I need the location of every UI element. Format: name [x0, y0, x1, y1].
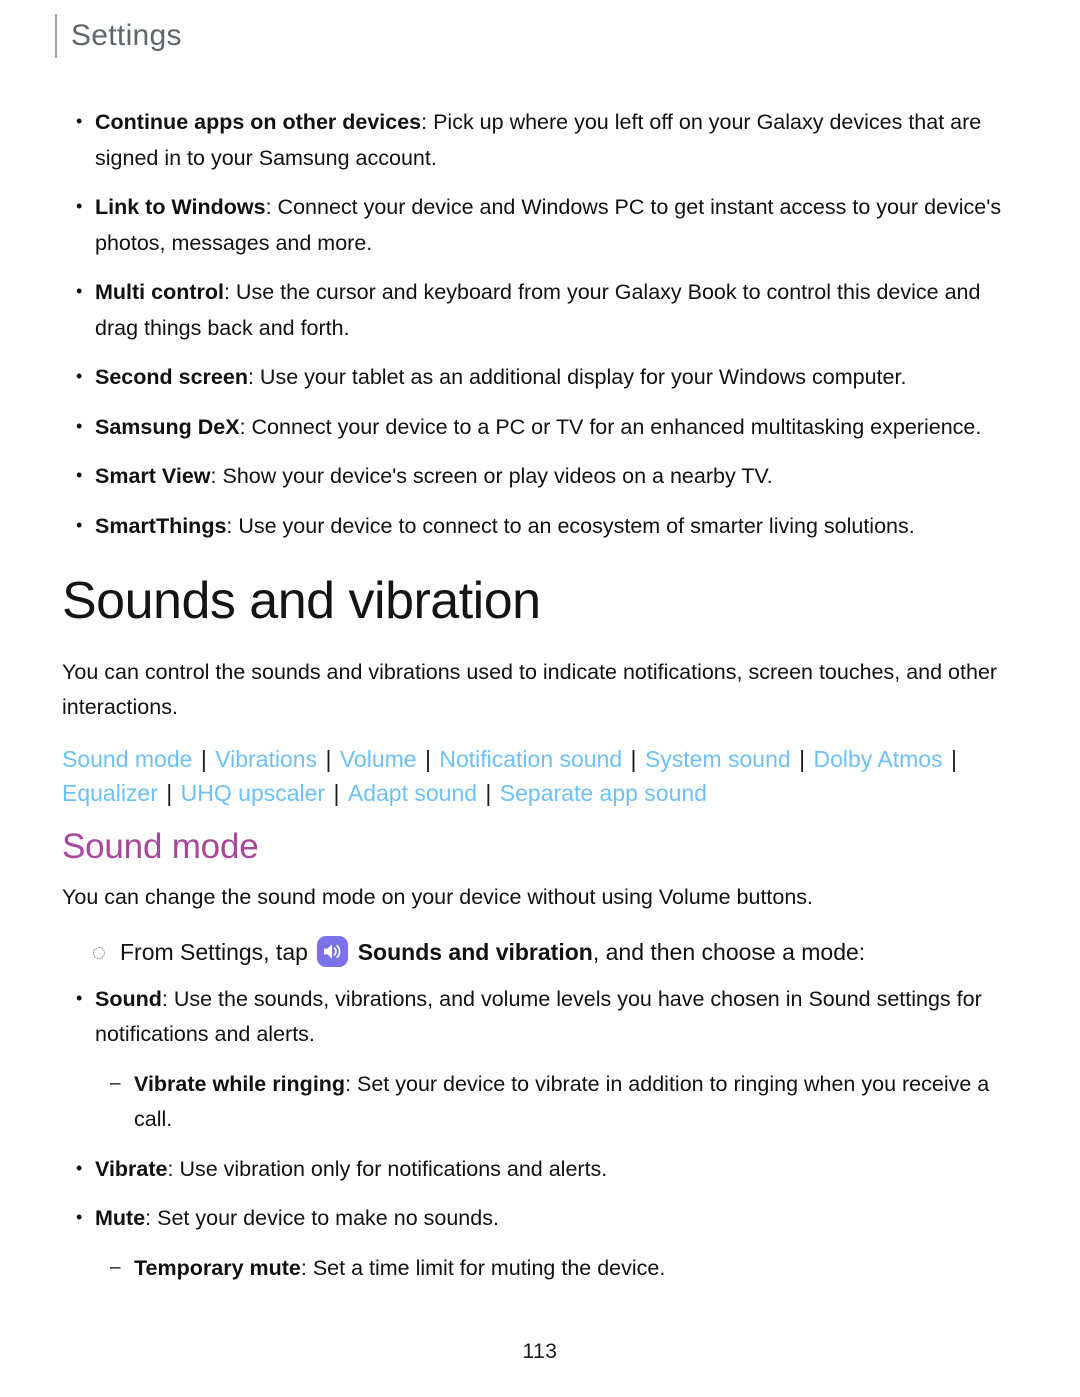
section-link-volume[interactable]: Volume — [340, 746, 417, 772]
section-link-bar: Sound mode | Vibrations | Volume | Notif… — [62, 742, 1018, 810]
section-link-dolby-atmos[interactable]: Dolby Atmos — [813, 746, 942, 772]
list-item-term: Second screen — [95, 365, 248, 389]
list-item-term: Continue apps on other devices — [95, 110, 422, 134]
step-suffix-text: , and then choose a mode: — [592, 938, 866, 965]
link-separator: | — [194, 745, 214, 772]
link-separator: | — [624, 745, 643, 772]
list-item-description: : Use vibration only for notifications a… — [167, 1156, 608, 1181]
link-separator: | — [944, 745, 957, 772]
sound-mode-option-list: Sound: Use the sounds, vibrations, and v… — [62, 981, 1018, 1287]
link-separator: | — [479, 779, 498, 806]
list-item-description: : Set a time limit for muting the device… — [300, 1255, 666, 1280]
list-item: Mute: Set your device to make no sounds. — [62, 1200, 1018, 1237]
list-item-description: : Set your device to make no sounds. — [145, 1206, 499, 1231]
step-open-sounds-and-vibration: From Settings, tap Sounds and vibration,… — [62, 932, 1018, 972]
step-prefix-text: From Settings, tap — [120, 938, 308, 965]
section-link-uhq-upscaler[interactable]: UHQ upscaler — [181, 780, 325, 806]
list-item-description: : Show your device's screen or play vide… — [210, 464, 773, 488]
section-link-equalizer[interactable]: Equalizer — [62, 780, 158, 806]
list-item: Second screen: Use your tablet as an add… — [62, 359, 1018, 396]
list-item-term: Mute — [95, 1206, 146, 1231]
step-bold-label: Sounds and vibration — [357, 938, 593, 965]
list-item: Multi control: Use the cursor and keyboa… — [62, 274, 1018, 346]
link-separator: | — [159, 779, 179, 806]
list-item-description: : Use your tablet as an additional displ… — [247, 365, 907, 389]
list-item: SmartThings: Use your device to connect … — [62, 508, 1018, 545]
list-item-description: : Use your device to connect to an ecosy… — [226, 513, 915, 538]
page-number: 113 — [522, 1340, 558, 1363]
speaker-icon[interactable] — [317, 935, 349, 967]
list-item-term: Multi control — [95, 280, 224, 304]
subsection-heading-sound-mode: Sound mode — [62, 826, 259, 866]
list-item-term: Temporary mute — [134, 1255, 301, 1280]
list-item-term: Vibrate — [95, 1156, 168, 1181]
list-item-term: Sound — [95, 986, 162, 1011]
section-heading-sounds-and-vibration: Sounds and vibration — [62, 572, 541, 630]
list-item: Samsung DeX: Connect your device to a PC… — [62, 409, 1018, 446]
connections-feature-list: Continue apps on other devices: Pick up … — [62, 104, 1018, 545]
list-item-term: Link to Windows — [95, 195, 266, 219]
section-link-system-sound[interactable]: System sound — [645, 746, 791, 772]
list-item-description: : Connect your device to a PC or TV for … — [239, 414, 982, 439]
list-item: Smart View: Show your device's screen or… — [62, 458, 1018, 495]
list-item: Sound: Use the sounds, vibrations, and v… — [62, 981, 1018, 1053]
list-item: Continue apps on other devices: Pick up … — [62, 104, 1018, 176]
list-item: Temporary mute: Set a time limit for mut… — [62, 1250, 1018, 1287]
list-item-description: : Use the sounds, vibrations, and volume… — [95, 986, 982, 1047]
section-link-adapt-sound[interactable]: Adapt sound — [348, 780, 477, 806]
link-separator: | — [418, 745, 438, 772]
sound-mode-step-list: From Settings, tap Sounds and vibration,… — [62, 932, 1018, 972]
list-item: Vibrate: Use vibration only for notifica… — [62, 1151, 1018, 1188]
section-intro-paragraph: You can control the sounds and vibration… — [62, 659, 998, 720]
header-divider-rule — [55, 14, 57, 58]
list-item: Link to Windows: Connect your device and… — [62, 189, 1018, 261]
sound-mode-intro-paragraph: You can change the sound mode on your de… — [62, 885, 814, 910]
list-item-term: SmartThings — [95, 513, 227, 538]
list-item-term: Samsung DeX — [95, 414, 240, 439]
link-separator: | — [792, 745, 812, 772]
section-link-vibrations[interactable]: Vibrations — [215, 746, 317, 772]
list-item: Vibrate while ringing: Set your device t… — [62, 1066, 1018, 1138]
page-running-header: Settings — [55, 14, 182, 58]
section-link-separate-app-sound[interactable]: Separate app sound — [500, 780, 707, 806]
list-item-term: Smart View — [95, 464, 211, 488]
link-separator: | — [327, 779, 346, 806]
list-item-description: : Use the cursor and keyboard from your … — [95, 280, 981, 340]
section-link-sound-mode[interactable]: Sound mode — [62, 746, 192, 772]
list-item-term: Vibrate while ringing — [134, 1071, 346, 1096]
page-title: Settings — [71, 19, 182, 52]
link-separator: | — [319, 745, 338, 772]
document-content: Continue apps on other devices: Pick up … — [62, 104, 1018, 1300]
section-link-notification-sound[interactable]: Notification sound — [439, 746, 622, 772]
